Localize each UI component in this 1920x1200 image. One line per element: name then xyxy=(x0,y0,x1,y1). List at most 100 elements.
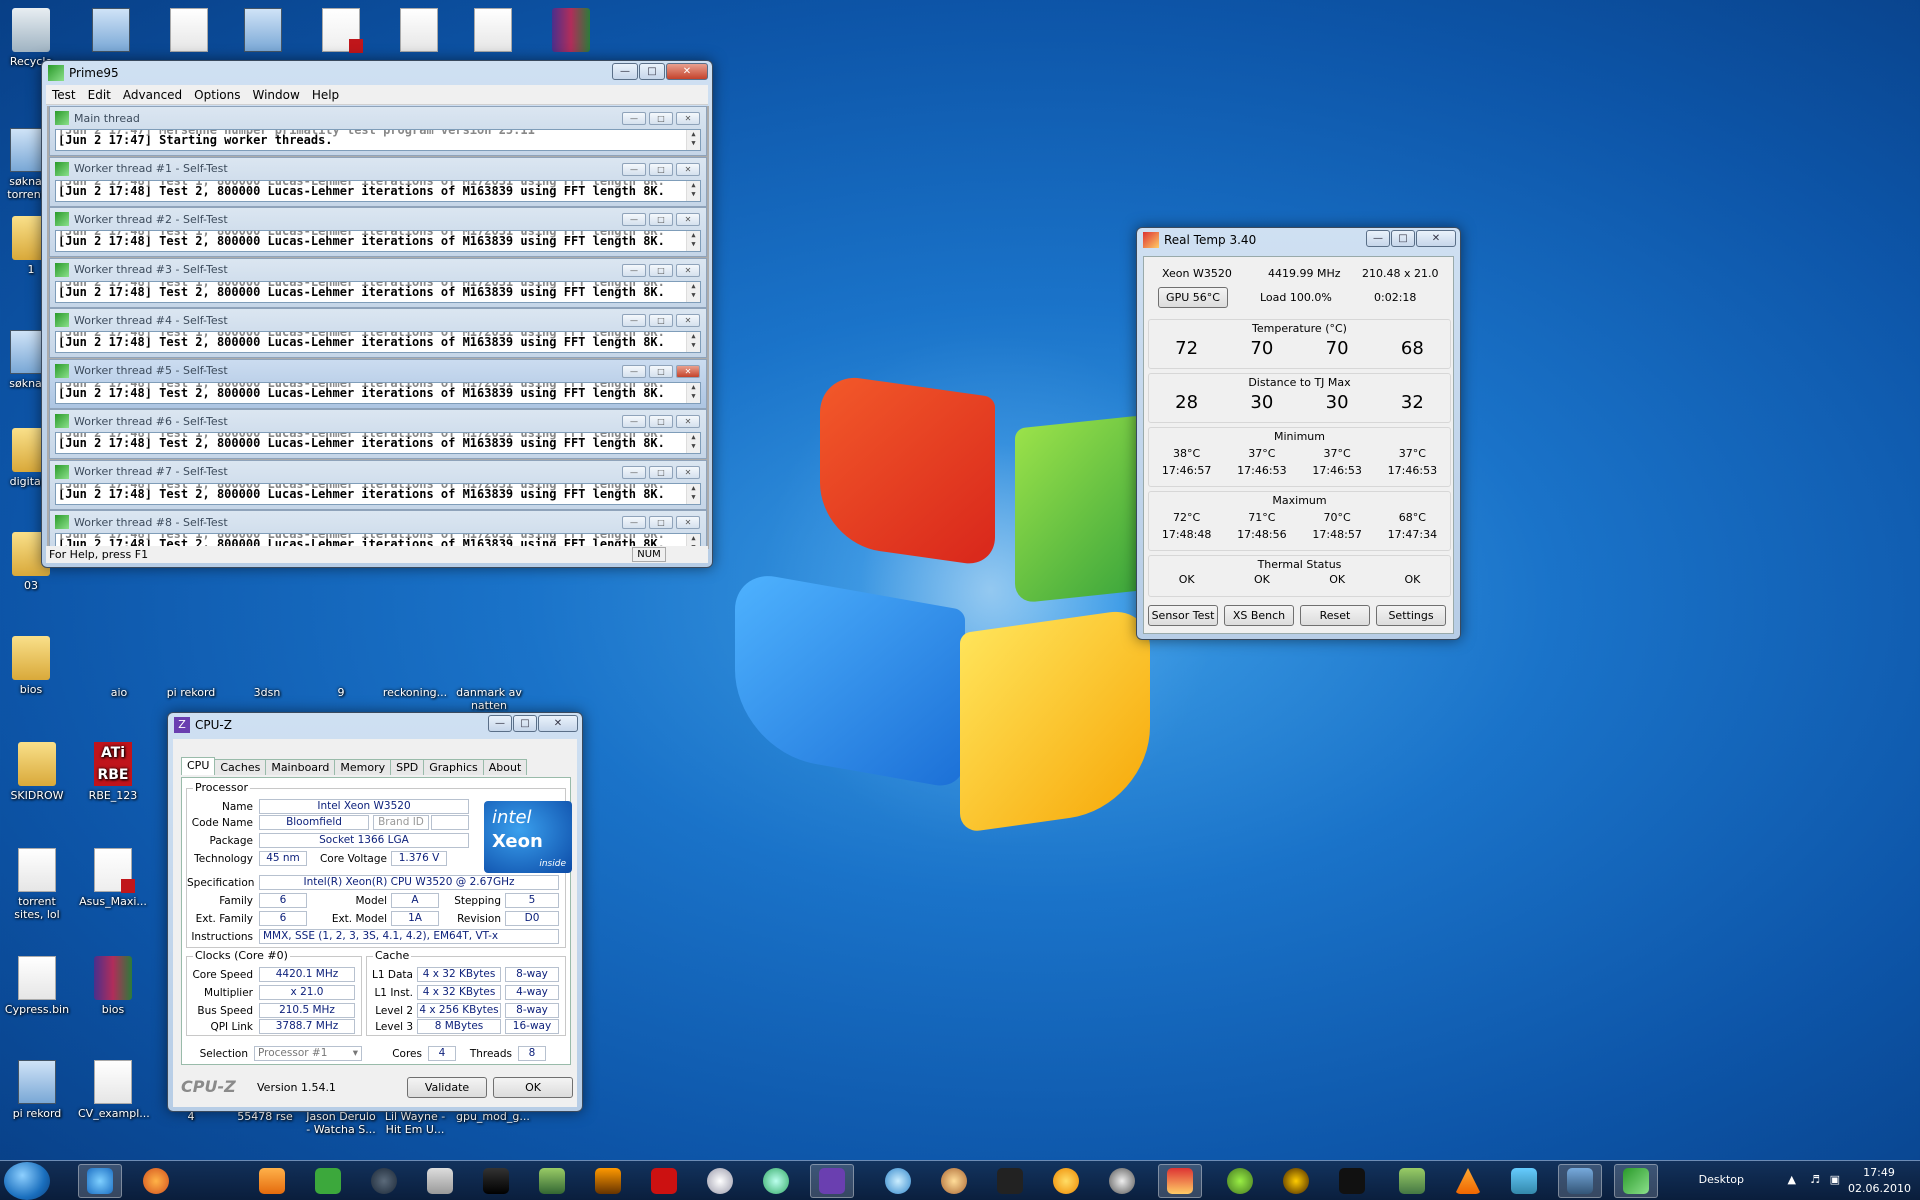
close-button[interactable]: ✕ xyxy=(666,63,708,80)
menu-options[interactable]: Options xyxy=(188,88,246,102)
child-minimize-button[interactable]: — xyxy=(622,112,646,125)
log-scrollbar[interactable]: ▲▼ xyxy=(686,382,700,403)
child-titlebar[interactable]: Main thread xyxy=(50,107,706,129)
taskbar-spotify[interactable] xyxy=(1218,1164,1262,1198)
start-button[interactable] xyxy=(4,1162,50,1200)
child-minimize-button[interactable]: — xyxy=(622,162,646,176)
prime95-child-window[interactable]: Worker thread #4 - Self-Test — □ ✕ [Jun 2 17… xyxy=(49,308,707,358)
child-close-button[interactable]: ✕ xyxy=(676,465,700,479)
log-scrollbar[interactable]: ▲▼ xyxy=(686,483,700,504)
child-titlebar[interactable]: Worker thread #3 - Self-Test xyxy=(50,259,706,281)
cpuz-titlebar[interactable]: Z CPU-Z — □ ✕ xyxy=(168,713,582,737)
minimize-button[interactable]: — xyxy=(612,63,638,80)
child-minimize-button[interactable]: — xyxy=(622,213,646,226)
taskbar-game[interactable] xyxy=(474,1164,518,1198)
prime95-child-window[interactable]: Worker thread #2 - Self-Test — □ ✕ [Jun 2 17… xyxy=(49,207,707,257)
taskbar-prime95[interactable] xyxy=(1614,1164,1658,1198)
menu-edit[interactable]: Edit xyxy=(82,88,117,102)
taskbar-app[interactable] xyxy=(1502,1164,1546,1198)
child-titlebar[interactable]: Worker thread #1 - Self-Test xyxy=(50,158,706,180)
maximize-button[interactable]: □ xyxy=(513,715,537,732)
child-maximize-button[interactable]: □ xyxy=(649,213,673,226)
prime95-window[interactable]: Prime95 — □ ✕ Test Edit Advanced Options… xyxy=(41,60,713,568)
taskbar-game[interactable] xyxy=(530,1164,574,1198)
child-titlebar[interactable]: Worker thread #2 - Self-Test xyxy=(50,208,706,230)
desktop-icon-pdf[interactable] xyxy=(306,8,376,55)
taskbar-app[interactable] xyxy=(754,1164,798,1198)
child-maximize-button[interactable]: □ xyxy=(649,364,673,378)
validate-button[interactable]: Validate xyxy=(407,1077,487,1098)
tab-memory[interactable]: Memory xyxy=(334,759,392,775)
taskbar-app[interactable] xyxy=(642,1164,686,1198)
show-hidden-icons[interactable]: ▲ xyxy=(1788,1173,1796,1186)
menu-advanced[interactable]: Advanced xyxy=(117,88,188,102)
desktop-icon-bios-folder[interactable]: bios xyxy=(0,636,66,696)
child-titlebar[interactable]: Worker thread #8 - Self-Test xyxy=(50,511,706,533)
taskbar-alienware[interactable] xyxy=(1330,1164,1374,1198)
sensor-test-button[interactable]: Sensor Test xyxy=(1148,605,1218,626)
desktop-icon-doc[interactable] xyxy=(384,8,454,55)
log-scrollbar[interactable]: ▲▼ xyxy=(686,332,700,352)
tab-mainboard[interactable]: Mainboard xyxy=(265,759,336,775)
log-scrollbar[interactable]: ▲▼ xyxy=(686,231,700,251)
tab-spd[interactable]: SPD xyxy=(390,759,425,775)
desktop-icon-cv-example[interactable]: CV_exampl... xyxy=(78,1060,150,1120)
log-scrollbar[interactable]: ▲▼ xyxy=(686,281,700,302)
taskbar-itunes[interactable] xyxy=(876,1164,920,1198)
child-maximize-button[interactable]: □ xyxy=(649,516,673,529)
child-titlebar[interactable]: Worker thread #7 - Self-Test xyxy=(50,461,706,483)
maximize-button[interactable]: □ xyxy=(1391,230,1415,247)
menu-test[interactable]: Test xyxy=(46,88,82,102)
taskbar-firefox[interactable] xyxy=(134,1164,178,1198)
desktop-icon-skidrow[interactable]: SKIDROW xyxy=(2,742,72,802)
child-minimize-button[interactable]: — xyxy=(622,263,646,277)
desktop-icon-doc[interactable] xyxy=(458,8,528,55)
taskbar-vlc[interactable] xyxy=(1446,1164,1490,1198)
desktop-icon-app[interactable] xyxy=(228,8,298,55)
taskbar-app[interactable] xyxy=(418,1164,462,1198)
maximize-button[interactable]: □ xyxy=(639,63,665,80)
close-button[interactable]: ✕ xyxy=(538,715,578,732)
close-button[interactable]: ✕ xyxy=(1416,230,1456,247)
prime95-child-window[interactable]: Worker thread #5 - Self-Test — □ ✕ [Jun 2 17… xyxy=(49,358,707,409)
cpuz-window[interactable]: Z CPU-Z — □ ✕ CPU Caches Mainboard Memor… xyxy=(167,712,583,1112)
reset-button[interactable]: Reset xyxy=(1300,605,1370,626)
prime95-child-window[interactable]: Worker thread #1 - Self-Test — □ ✕ [Jun 2 17… xyxy=(49,156,707,207)
log-scrollbar[interactable]: ▲▼ xyxy=(686,130,700,150)
child-close-button[interactable]: ✕ xyxy=(676,364,700,378)
child-log-output[interactable]: [Jun 2 17:48] Test 1, 800000 Lucas-Lehme… xyxy=(55,230,701,252)
prime95-child-window[interactable]: Worker thread #3 - Self-Test — □ ✕ [Jun 2 17… xyxy=(49,257,707,308)
taskbar-app[interactable] xyxy=(1100,1164,1144,1198)
child-log-output[interactable]: [Jun 2 17:48] Test 1, 800000 Lucas-Lehme… xyxy=(55,432,701,454)
taskbar-game[interactable] xyxy=(586,1164,630,1198)
minimize-button[interactable]: — xyxy=(1366,230,1390,247)
child-close-button[interactable]: ✕ xyxy=(676,314,700,327)
log-scrollbar[interactable]: ▲▼ xyxy=(686,180,700,201)
child-titlebar[interactable]: Worker thread #4 - Self-Test xyxy=(50,309,706,331)
desktop-icon-torrent-sites[interactable]: torrent sites, lol xyxy=(2,848,72,921)
child-minimize-button[interactable]: — xyxy=(622,465,646,479)
taskbar-dvd[interactable] xyxy=(698,1164,742,1198)
desktop-icon-bios-rar[interactable]: bios xyxy=(78,956,148,1016)
desktop-toolbar[interactable]: Desktop xyxy=(1699,1173,1744,1186)
child-minimize-button[interactable]: — xyxy=(622,364,646,378)
taskbar-utorrent[interactable] xyxy=(306,1164,350,1198)
child-log-output[interactable]: [Jun 2 17:48] Test 1, 800000 Lucas-Lehme… xyxy=(55,280,701,303)
taskbar-app[interactable] xyxy=(1044,1164,1088,1198)
child-minimize-button[interactable]: — xyxy=(622,314,646,327)
clock[interactable]: 17:49 02.06.2010 xyxy=(1848,1165,1911,1197)
taskbar-app[interactable] xyxy=(1558,1164,1602,1198)
volume-icon[interactable]: ♬ xyxy=(1810,1173,1820,1186)
child-maximize-button[interactable]: □ xyxy=(649,314,673,327)
child-log-output[interactable]: [Jun 2 17:48] Test 1, 800000 Lucas-Lehme… xyxy=(55,179,701,202)
tab-cpu[interactable]: CPU xyxy=(181,757,216,775)
processor-select[interactable]: Processor #1 ▾ xyxy=(254,1046,362,1061)
child-close-button[interactable]: ✕ xyxy=(676,415,700,428)
child-maximize-button[interactable]: □ xyxy=(649,465,673,479)
prime95-child-window[interactable]: Worker thread #6 - Self-Test — □ ✕ [Jun 2 17… xyxy=(49,409,707,459)
desktop-icon-cypress-bin[interactable]: Cypress.bin xyxy=(2,956,72,1016)
child-close-button[interactable]: ✕ xyxy=(676,112,700,125)
tab-graphics[interactable]: Graphics xyxy=(423,759,484,775)
child-log-output[interactable]: [Jun 2 17:48] Test 1, 800000 Lucas-Lehme… xyxy=(55,381,701,404)
child-close-button[interactable]: ✕ xyxy=(676,263,700,277)
